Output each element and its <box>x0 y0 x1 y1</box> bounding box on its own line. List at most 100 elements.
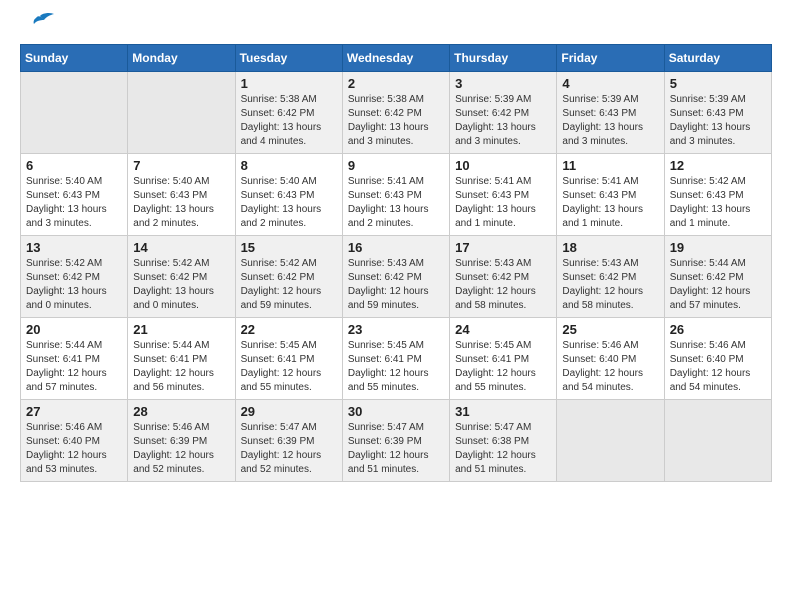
day-number: 9 <box>348 158 444 173</box>
calendar-table: SundayMondayTuesdayWednesdayThursdayFrid… <box>20 44 772 482</box>
day-info: Sunrise: 5:45 AM Sunset: 6:41 PM Dayligh… <box>348 339 444 395</box>
day-info: Sunrise: 5:41 AM Sunset: 6:43 PM Dayligh… <box>562 175 658 231</box>
day-info: Sunrise: 5:44 AM Sunset: 6:41 PM Dayligh… <box>133 339 229 395</box>
day-number: 17 <box>455 240 551 255</box>
day-info: Sunrise: 5:44 AM Sunset: 6:41 PM Dayligh… <box>26 339 122 395</box>
calendar-cell: 1 Sunrise: 5:38 AM Sunset: 6:42 PM Daylig… <box>235 72 342 154</box>
day-number: 3 <box>455 76 551 91</box>
calendar-cell: 6Sunrise: 5:40 AM Sunset: 6:43 PM Daylig… <box>21 154 128 236</box>
day-info: Sunrise: 5:38 AM Sunset: 6:42 PM Dayligh… <box>241 93 337 149</box>
day-info: Sunrise: 5:39 AM Sunset: 6:43 PM Dayligh… <box>670 93 766 149</box>
day-info: Sunrise: 5:42 AM Sunset: 6:43 PM Dayligh… <box>670 175 766 231</box>
calendar-cell: 29Sunrise: 5:47 AM Sunset: 6:39 PM Dayli… <box>235 400 342 482</box>
calendar-cell: 23Sunrise: 5:45 AM Sunset: 6:41 PM Dayli… <box>342 318 449 400</box>
calendar-cell: 25 Sunrise: 5:46 AM Sunset: 6:40 PM Dayli… <box>557 318 664 400</box>
calendar-cell <box>664 400 771 482</box>
calendar-cell: 9 Sunrise: 5:41 AM Sunset: 6:43 PM Daylig… <box>342 154 449 236</box>
calendar-header-sunday: Sunday <box>21 45 128 72</box>
calendar-cell: 17Sunrise: 5:43 AM Sunset: 6:42 PM Dayli… <box>450 236 557 318</box>
calendar-cell: 19 Sunrise: 5:44 AM Sunset: 6:42 PM Dayli… <box>664 236 771 318</box>
day-info: Sunrise: 5:40 AM Sunset: 6:43 PM Dayligh… <box>133 175 229 231</box>
day-info: Sunrise: 5:45 AM Sunset: 6:41 PM Dayligh… <box>455 339 551 395</box>
day-number: 16 <box>348 240 444 255</box>
day-number: 14 <box>133 240 229 255</box>
day-number: 24 <box>455 322 551 337</box>
day-number: 19 <box>670 240 766 255</box>
logo-bird-icon <box>22 12 54 34</box>
calendar-cell <box>557 400 664 482</box>
day-number: 26 <box>670 322 766 337</box>
day-number: 5 <box>670 76 766 91</box>
calendar-header-friday: Friday <box>557 45 664 72</box>
day-number: 31 <box>455 404 551 419</box>
calendar-cell: 14Sunrise: 5:42 AM Sunset: 6:42 PM Dayli… <box>128 236 235 318</box>
logo <box>20 20 54 34</box>
day-info: Sunrise: 5:47 AM Sunset: 6:39 PM Dayligh… <box>348 421 444 477</box>
calendar-cell: 8Sunrise: 5:40 AM Sunset: 6:43 PM Daylig… <box>235 154 342 236</box>
day-number: 25 <box>562 322 658 337</box>
calendar-cell: 27Sunrise: 5:46 AM Sunset: 6:40 PM Dayli… <box>21 400 128 482</box>
calendar-cell: 10 Sunrise: 5:41 AM Sunset: 6:43 PM Dayli… <box>450 154 557 236</box>
calendar-cell: 18 Sunrise: 5:43 AM Sunset: 6:42 PM Dayli… <box>557 236 664 318</box>
calendar-cell: 31 Sunrise: 5:47 AM Sunset: 6:38 PM Dayli… <box>450 400 557 482</box>
day-info: Sunrise: 5:47 AM Sunset: 6:39 PM Dayligh… <box>241 421 337 477</box>
day-number: 12 <box>670 158 766 173</box>
day-number: 7 <box>133 158 229 173</box>
day-info: Sunrise: 5:38 AM Sunset: 6:42 PM Dayligh… <box>348 93 444 149</box>
calendar-cell: 2 Sunrise: 5:38 AM Sunset: 6:42 PM Daylig… <box>342 72 449 154</box>
calendar-header-saturday: Saturday <box>664 45 771 72</box>
calendar-week-row: 1 Sunrise: 5:38 AM Sunset: 6:42 PM Daylig… <box>21 72 772 154</box>
calendar-header-monday: Monday <box>128 45 235 72</box>
day-info: Sunrise: 5:46 AM Sunset: 6:40 PM Dayligh… <box>562 339 658 395</box>
calendar-cell: 13 Sunrise: 5:42 AM Sunset: 6:42 PM Dayli… <box>21 236 128 318</box>
calendar-header-row: SundayMondayTuesdayWednesdayThursdayFrid… <box>21 45 772 72</box>
calendar-cell: 30 Sunrise: 5:47 AM Sunset: 6:39 PM Dayli… <box>342 400 449 482</box>
day-info: Sunrise: 5:44 AM Sunset: 6:42 PM Dayligh… <box>670 257 766 313</box>
calendar-cell: 26 Sunrise: 5:46 AM Sunset: 6:40 PM Dayli… <box>664 318 771 400</box>
day-number: 8 <box>241 158 337 173</box>
calendar-cell: 15 Sunrise: 5:42 AM Sunset: 6:42 PM Dayli… <box>235 236 342 318</box>
day-info: Sunrise: 5:46 AM Sunset: 6:40 PM Dayligh… <box>670 339 766 395</box>
calendar-cell: 5 Sunrise: 5:39 AM Sunset: 6:43 PM Daylig… <box>664 72 771 154</box>
day-info: Sunrise: 5:43 AM Sunset: 6:42 PM Dayligh… <box>348 257 444 313</box>
calendar-cell: 11Sunrise: 5:41 AM Sunset: 6:43 PM Dayli… <box>557 154 664 236</box>
day-number: 10 <box>455 158 551 173</box>
calendar-cell: 28 Sunrise: 5:46 AM Sunset: 6:39 PM Dayli… <box>128 400 235 482</box>
day-number: 20 <box>26 322 122 337</box>
calendar-header-tuesday: Tuesday <box>235 45 342 72</box>
day-number: 21 <box>133 322 229 337</box>
calendar-cell: 12 Sunrise: 5:42 AM Sunset: 6:43 PM Dayli… <box>664 154 771 236</box>
calendar-week-row: 20 Sunrise: 5:44 AM Sunset: 6:41 PM Dayli… <box>21 318 772 400</box>
day-number: 4 <box>562 76 658 91</box>
day-info: Sunrise: 5:46 AM Sunset: 6:40 PM Dayligh… <box>26 421 122 477</box>
calendar-cell: 16 Sunrise: 5:43 AM Sunset: 6:42 PM Dayli… <box>342 236 449 318</box>
day-number: 18 <box>562 240 658 255</box>
day-number: 30 <box>348 404 444 419</box>
day-info: Sunrise: 5:39 AM Sunset: 6:43 PM Dayligh… <box>562 93 658 149</box>
day-number: 28 <box>133 404 229 419</box>
calendar-cell: 20 Sunrise: 5:44 AM Sunset: 6:41 PM Dayli… <box>21 318 128 400</box>
day-number: 15 <box>241 240 337 255</box>
day-info: Sunrise: 5:46 AM Sunset: 6:39 PM Dayligh… <box>133 421 229 477</box>
calendar-cell <box>21 72 128 154</box>
day-number: 22 <box>241 322 337 337</box>
day-info: Sunrise: 5:41 AM Sunset: 6:43 PM Dayligh… <box>455 175 551 231</box>
day-info: Sunrise: 5:42 AM Sunset: 6:42 PM Dayligh… <box>241 257 337 313</box>
day-number: 13 <box>26 240 122 255</box>
day-number: 6 <box>26 158 122 173</box>
day-info: Sunrise: 5:42 AM Sunset: 6:42 PM Dayligh… <box>26 257 122 313</box>
calendar-week-row: 13 Sunrise: 5:42 AM Sunset: 6:42 PM Dayli… <box>21 236 772 318</box>
calendar-week-row: 27Sunrise: 5:46 AM Sunset: 6:40 PM Dayli… <box>21 400 772 482</box>
day-number: 1 <box>241 76 337 91</box>
calendar-cell: 7 Sunrise: 5:40 AM Sunset: 6:43 PM Daylig… <box>128 154 235 236</box>
day-info: Sunrise: 5:45 AM Sunset: 6:41 PM Dayligh… <box>241 339 337 395</box>
day-info: Sunrise: 5:47 AM Sunset: 6:38 PM Dayligh… <box>455 421 551 477</box>
page-header <box>20 20 772 34</box>
day-number: 2 <box>348 76 444 91</box>
day-info: Sunrise: 5:41 AM Sunset: 6:43 PM Dayligh… <box>348 175 444 231</box>
day-info: Sunrise: 5:39 AM Sunset: 6:42 PM Dayligh… <box>455 93 551 149</box>
calendar-header-thursday: Thursday <box>450 45 557 72</box>
calendar-cell: 24 Sunrise: 5:45 AM Sunset: 6:41 PM Dayli… <box>450 318 557 400</box>
day-info: Sunrise: 5:43 AM Sunset: 6:42 PM Dayligh… <box>562 257 658 313</box>
calendar-cell: 21 Sunrise: 5:44 AM Sunset: 6:41 PM Dayli… <box>128 318 235 400</box>
